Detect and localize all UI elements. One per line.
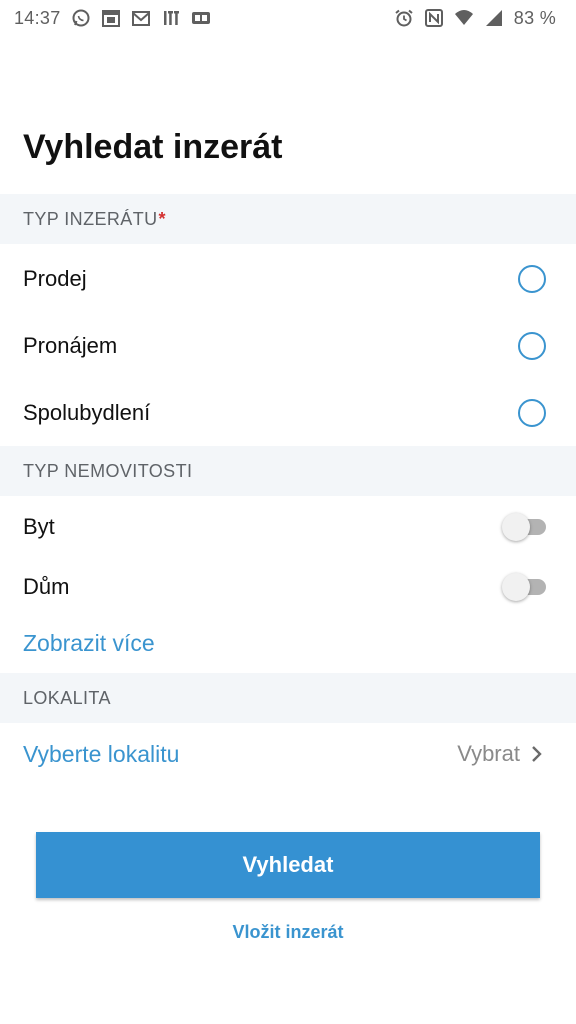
radio-button[interactable] — [518, 331, 546, 360]
ge-icon — [191, 8, 211, 28]
nfc-icon — [424, 8, 444, 28]
toggle-switch[interactable] — [502, 513, 546, 541]
battery-level: 83 % — [513, 7, 556, 28]
post-listing-link[interactable]: Vložit inzerát — [0, 922, 576, 943]
chevron-right-icon — [530, 743, 544, 765]
wifi-icon — [454, 8, 474, 28]
status-bar: 14:37 83 % — [0, 0, 576, 36]
location-picker-row[interactable]: Vyberte lokalitu Vybrat — [0, 724, 576, 784]
gmail-icon — [131, 8, 151, 28]
calendar-icon — [101, 8, 121, 28]
section-header-property-type: TYP NEMOVITOSTI — [0, 446, 576, 496]
page-title: Vyhledat inzerát — [23, 128, 283, 166]
option-label: Spolubydlení — [23, 399, 151, 425]
toggle-switch[interactable] — [502, 573, 546, 601]
radio-button[interactable] — [518, 398, 546, 427]
location-select[interactable]: Vybrat — [457, 741, 544, 767]
alarm-icon — [394, 8, 414, 28]
signal-icon — [484, 8, 504, 28]
location-label[interactable]: Vyberte lokalitu — [23, 741, 179, 768]
whatsapp-icon — [71, 8, 91, 28]
toggle-knob — [502, 513, 530, 541]
show-more-link[interactable]: Zobrazit více — [23, 630, 155, 657]
option-label: Dům — [23, 574, 70, 599]
section-header-label: TYP INZERÁTU — [23, 208, 158, 229]
toggle-option-byt[interactable]: Byt — [0, 494, 576, 560]
required-mark: * — [158, 208, 166, 229]
location-value: Vybrat — [457, 741, 520, 766]
section-header-listing-type: TYP INZERÁTU * — [0, 194, 576, 244]
section-header-label: TYP NEMOVITOSTI — [23, 460, 193, 481]
section-header-label: LOKALITA — [23, 687, 111, 708]
section-header-location: LOKALITA — [0, 673, 576, 723]
toggle-option-dum[interactable]: Dům — [0, 554, 576, 620]
status-left: 14:37 — [14, 8, 211, 29]
toggle-knob — [502, 573, 530, 601]
radio-button[interactable] — [518, 264, 546, 293]
radio-option-pronajem[interactable]: Pronájem — [0, 312, 576, 379]
status-right: 83 % — [394, 8, 556, 29]
option-label: Prodej — [23, 265, 87, 291]
search-button[interactable]: Vyhledat — [36, 832, 540, 898]
option-label: Pronájem — [23, 332, 118, 358]
radio-option-spolubydleni[interactable]: Spolubydlení — [0, 379, 576, 446]
status-time: 14:37 — [14, 7, 61, 28]
option-label: Byt — [23, 514, 55, 539]
ift-icon — [161, 8, 181, 28]
radio-option-prodej[interactable]: Prodej — [0, 245, 576, 312]
